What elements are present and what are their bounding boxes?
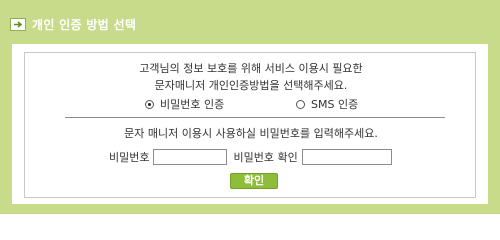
main-panel: 고객님의 정보 보호를 위해 서비스 이용시 필요한 문자매니저 개인인증방법을… — [12, 44, 488, 204]
radio-unselected-icon[interactable] — [296, 99, 305, 109]
radio-selected-icon[interactable] — [145, 99, 154, 109]
dialog-title: 개인 인증 방법 선택 — [32, 18, 137, 32]
password-confirm-label: 비밀번호 확인 — [233, 151, 298, 164]
password-input[interactable] — [153, 149, 228, 165]
password-row: 비밀번호 비밀번호 확인 — [109, 147, 392, 167]
arrow-right-icon — [10, 18, 26, 31]
password-label: 비밀번호 — [109, 151, 150, 164]
password-confirm-input[interactable] — [301, 149, 392, 165]
content-box: 고객님의 정보 보호를 위해 서비스 이용시 필요한 문자매니저 개인인증방법을… — [24, 52, 476, 198]
radio-sms-auth-label: SMS 인증 — [311, 98, 359, 111]
radio-password-auth-label: 비밀번호 인증 — [160, 98, 225, 111]
divider — [65, 117, 445, 118]
intro-line-1: 고객님의 정보 보호를 위해 서비스 이용시 필요한 — [139, 62, 363, 75]
title-bar: 개인 인증 방법 선택 — [6, 6, 490, 36]
password-prompt: 문자 매니저 이용시 사용하실 비밀번호를 입력해주세요. — [124, 127, 378, 140]
auth-method-options: 비밀번호 인증 SMS 인증 — [25, 96, 477, 112]
radio-sms-auth[interactable]: SMS 인증 — [296, 96, 358, 112]
intro-line-2: 문자매니저 개인인증방법을 선택해주세요. — [154, 79, 348, 92]
dialog-frame: 개인 인증 방법 선택 고객님의 정보 보호를 위해 서비스 이용시 필요한 문… — [0, 0, 500, 214]
confirm-button[interactable]: 확인 — [230, 173, 278, 189]
radio-password-auth[interactable]: 비밀번호 인증 — [145, 96, 224, 112]
